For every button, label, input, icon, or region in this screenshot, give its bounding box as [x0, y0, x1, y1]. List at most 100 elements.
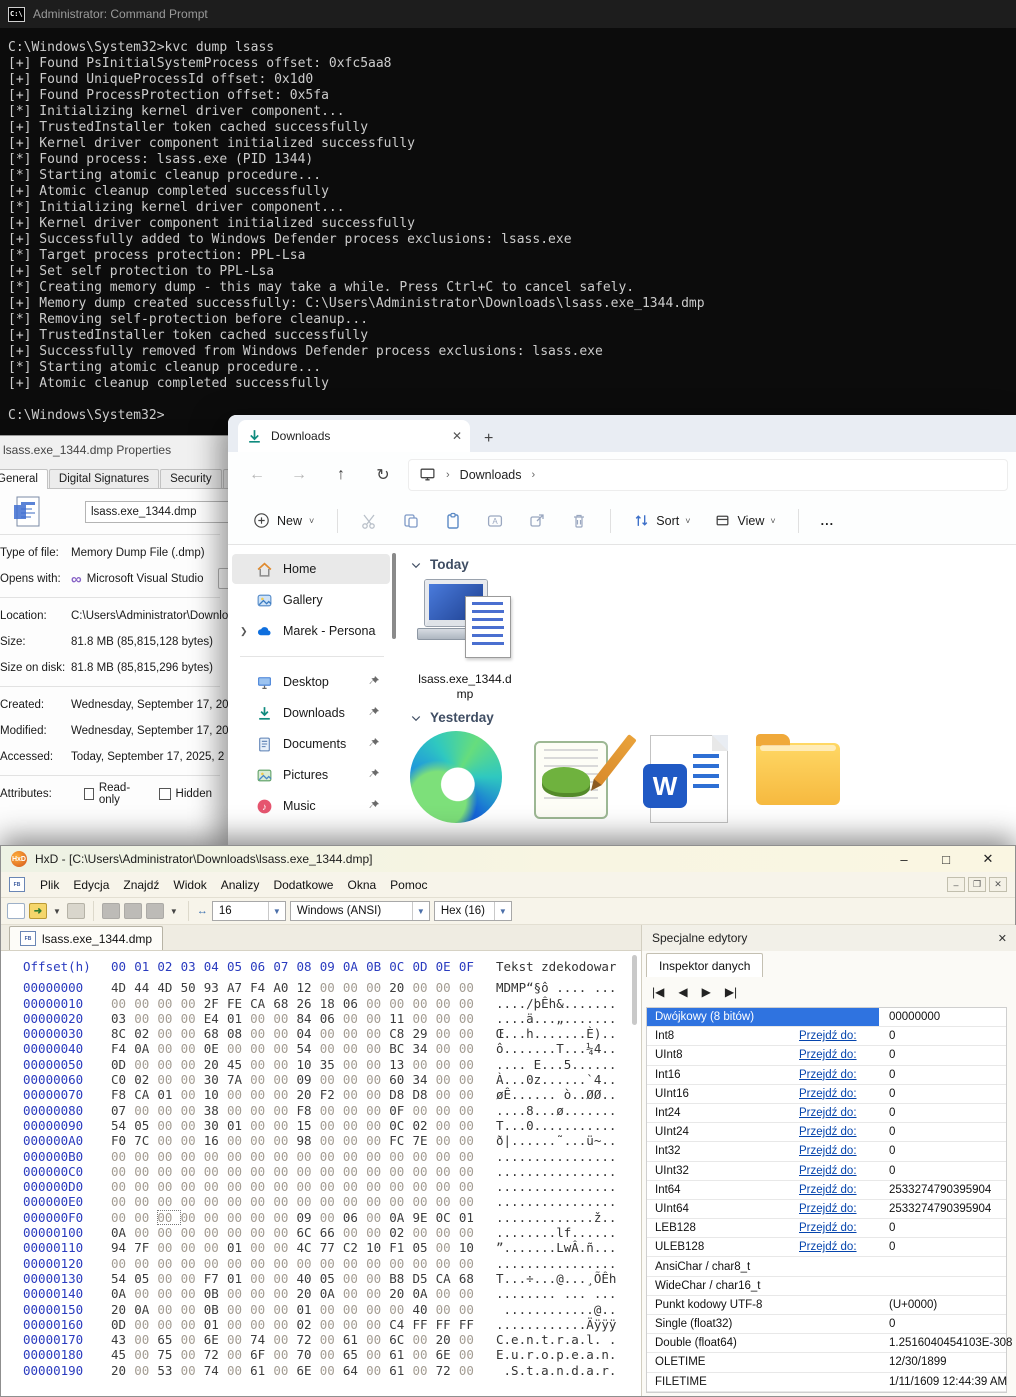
- go-to-link[interactable]: Przejdź do:: [799, 1145, 879, 1157]
- menu-item-widok[interactable]: Widok: [166, 874, 213, 896]
- menu-item-dodatkowe[interactable]: Dodatkowe: [266, 874, 340, 896]
- properties-tab-general[interactable]: General: [0, 469, 48, 489]
- paste-button[interactable]: [434, 504, 472, 538]
- delete-button[interactable]: [560, 504, 598, 538]
- sidebar-item-downloads[interactable]: Downloads: [232, 698, 390, 728]
- hex-row[interactable]: 000000C000000000000000000000000000000000…: [1, 1164, 639, 1179]
- inspector-row[interactable]: Punkt kodowy UTF-8 (U+0000): [647, 1296, 1006, 1315]
- hex-row[interactable]: 0000012000000000000000000000000000000000…: [1, 1256, 639, 1271]
- forward-button[interactable]: →: [282, 460, 316, 490]
- mdi-close-icon[interactable]: ✕: [989, 877, 1007, 892]
- hex-row[interactable]: 00000070F8CA01001000000020F20000D8D80000…: [1, 1087, 639, 1102]
- panel-close-icon[interactable]: ✕: [998, 932, 1007, 945]
- go-to-link[interactable]: Przejdź do:: [799, 1241, 879, 1253]
- hex-scrollbar[interactable]: [632, 955, 637, 1025]
- menu-item-analizy[interactable]: Analizy: [214, 874, 267, 896]
- save-file-icon[interactable]: [67, 903, 85, 919]
- checkbox-read-only[interactable]: Read-only: [84, 782, 141, 806]
- mdi-minimize-icon[interactable]: –: [947, 877, 965, 892]
- next-offset-icon[interactable]: ▶: [702, 985, 711, 999]
- minimize-icon[interactable]: –: [887, 852, 921, 867]
- data-inspector-tab[interactable]: Inspektor danych: [646, 953, 763, 977]
- sidebar-item-desktop[interactable]: Desktop: [232, 667, 390, 697]
- hex-row[interactable]: 00000170430065006E007400720061006C002000…: [1, 1332, 639, 1347]
- hex-view[interactable]: Offset(h) 000102030405060708090A0B0C0D0E…: [1, 951, 639, 1396]
- view-button[interactable]: View ˅: [704, 505, 785, 536]
- open-file-icon[interactable]: ➜: [29, 903, 47, 919]
- last-offset-icon[interactable]: ▶|: [725, 985, 737, 999]
- new-button[interactable]: New ˅: [242, 505, 325, 536]
- hex-row[interactable]: 000001000A000000000000006C66000002000000…: [1, 1225, 639, 1240]
- hex-row[interactable]: 000001600D0000000100000002000000C4FFFFFF…: [1, 1317, 639, 1332]
- go-to-link[interactable]: Przejdź do:: [799, 1069, 879, 1081]
- explorer-tab-downloads[interactable]: Downloads ✕: [238, 420, 470, 452]
- inspector-row[interactable]: UInt64Przejdź do:2533274790395904: [647, 1200, 1006, 1219]
- go-to-link[interactable]: Przejdź do:: [799, 1126, 879, 1138]
- hex-row[interactable]: 000000F00000000000000000090006000A9E0C01…: [1, 1210, 639, 1225]
- sidebar-item-home[interactable]: Home: [232, 554, 390, 584]
- file-tile-notepad-plus-plus[interactable]: [530, 735, 622, 823]
- inspector-row[interactable]: UInt16Przejdź do:0: [647, 1085, 1006, 1104]
- cut-button[interactable]: [350, 504, 388, 538]
- inspector-row[interactable]: Int8Przejdź do:0: [647, 1027, 1006, 1046]
- go-to-link[interactable]: Przejdź do:: [799, 1165, 879, 1177]
- import-icon[interactable]: [124, 903, 142, 919]
- inspector-row[interactable]: Dwójkowy (8 bitów)00000000: [647, 1008, 1006, 1027]
- go-to-link[interactable]: Przejdź do:: [799, 1049, 879, 1061]
- sidebar-item-documents[interactable]: Documents: [232, 729, 390, 759]
- hxd-file-tab[interactable]: FB lsass.exe_1344.dmp: [9, 926, 163, 950]
- menu-item-edycja[interactable]: Edycja: [66, 874, 116, 896]
- hex-row[interactable]: 000000308C0200006808000004000000C8290000…: [1, 1026, 639, 1041]
- inspector-row[interactable]: UInt24Przejdź do:0: [647, 1123, 1006, 1142]
- hex-row[interactable]: 0000019020005300740061006E00640061007200…: [1, 1363, 639, 1378]
- menu-item-plik[interactable]: Plik: [33, 874, 66, 896]
- sidebar-item-music[interactable]: ♪Music: [232, 791, 390, 821]
- refresh-button[interactable]: ↻: [366, 460, 400, 490]
- properties-tab-digital-signatures[interactable]: Digital Signatures: [49, 469, 159, 488]
- menu-item-znajdź[interactable]: Znajdź: [116, 874, 166, 896]
- tab-close-icon[interactable]: ✕: [452, 429, 462, 443]
- sort-button[interactable]: Sort ˅: [623, 505, 700, 536]
- expand-chevron-icon[interactable]: ❯: [240, 626, 248, 637]
- first-offset-icon[interactable]: |◀: [652, 985, 664, 999]
- checkbox-box[interactable]: [159, 788, 171, 800]
- up-button[interactable]: ↑: [324, 460, 358, 490]
- sidebar-item-marek-persona[interactable]: ❯Marek - Persona: [232, 616, 390, 646]
- more-options-button[interactable]: ...: [811, 507, 844, 535]
- menu-item-okna[interactable]: Okna: [340, 874, 383, 896]
- hex-row[interactable]: 000000E000000000000000000000000000000000…: [1, 1194, 639, 1209]
- rename-button[interactable]: A: [476, 504, 514, 538]
- inspector-row[interactable]: LEB128Przejdź do:0: [647, 1219, 1006, 1238]
- group-header-yesterday[interactable]: Yesterday: [410, 710, 1016, 725]
- go-to-link[interactable]: Przejdź do:: [799, 1184, 879, 1196]
- file-tile-edge[interactable]: [410, 731, 502, 823]
- file-tile-folder[interactable]: [756, 743, 840, 811]
- checkbox-hidden[interactable]: Hidden: [159, 782, 212, 806]
- file-tile-word-document[interactable]: W: [650, 735, 728, 823]
- new-tab-button[interactable]: +: [484, 430, 493, 452]
- encoding-select[interactable]: Windows (ANSI) ▼: [290, 901, 430, 921]
- checkbox-box[interactable]: [84, 788, 94, 800]
- inspector-row[interactable]: UInt32Przejdź do:0: [647, 1162, 1006, 1181]
- filename-field[interactable]: lsass.exe_1344.dmp: [85, 501, 230, 523]
- hex-row[interactable]: 000001400A0000000B000000200A0000200A0000…: [1, 1286, 639, 1301]
- open-dropdown-icon[interactable]: ▼: [51, 907, 63, 916]
- mdi-restore-icon[interactable]: ❐: [968, 877, 986, 892]
- hex-row[interactable]: 000000004D444D5093A7F4A01200000020000000…: [1, 980, 639, 995]
- tools-dropdown-icon[interactable]: ▼: [168, 907, 180, 916]
- inspector-row[interactable]: ULEB128Przejdź do:0: [647, 1238, 1006, 1257]
- inspector-row[interactable]: WideChar / char16_t: [647, 1277, 1006, 1296]
- hex-row[interactable]: 000000A0F07C00001600000098000000FC7E0000…: [1, 1133, 639, 1148]
- hex-row[interactable]: 00000040F40A00000E00000054000000BC340000…: [1, 1041, 639, 1056]
- bytes-per-row-select[interactable]: 16 ▼: [212, 901, 286, 921]
- hex-row[interactable]: 0000013054050000F701000040050000B8D5CA68…: [1, 1271, 639, 1286]
- hex-row[interactable]: 000000500D000000204500001035000013000000…: [1, 1057, 639, 1072]
- back-button[interactable]: ←: [240, 460, 274, 490]
- inspector-row[interactable]: FILETIME1/11/1609 12:44:39 AM: [647, 1373, 1006, 1392]
- hxd-titlebar[interactable]: HxD HxD - [C:\Users\Administrator\Downlo…: [1, 846, 1015, 872]
- inspector-row[interactable]: Int64Przejdź do:2533274790395904: [647, 1181, 1006, 1200]
- close-icon[interactable]: ✕: [971, 851, 1005, 867]
- breadcrumb-item-downloads[interactable]: Downloads: [460, 468, 522, 482]
- breadcrumb[interactable]: › Downloads ›: [408, 459, 1008, 491]
- sidebar-item-pictures[interactable]: Pictures: [232, 760, 390, 790]
